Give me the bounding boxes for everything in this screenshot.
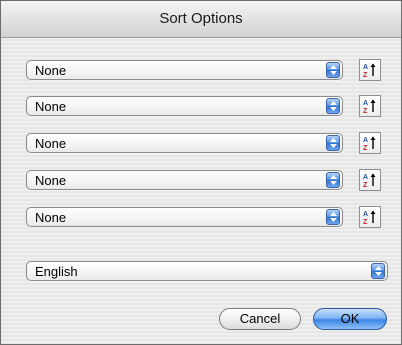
svg-text:Z: Z: [363, 145, 368, 151]
sort-order-4-button[interactable]: A Z: [359, 169, 381, 191]
sort-ascending-az-icon: A Z: [363, 136, 376, 151]
sort-field-5-value: None: [35, 210, 67, 225]
sort-field-3-value: None: [35, 136, 67, 151]
sort-field-3-popup[interactable]: None: [26, 133, 343, 153]
svg-text:A: A: [363, 137, 368, 144]
sort-ascending-az-icon: A Z: [363, 173, 376, 188]
popup-arrows-icon: [371, 263, 385, 279]
sort-order-2-button[interactable]: A Z: [359, 95, 381, 117]
popup-arrows-icon: [326, 62, 340, 78]
sort-field-1-popup[interactable]: None: [26, 60, 343, 80]
svg-text:A: A: [363, 174, 368, 181]
sort-field-4-value: None: [35, 173, 67, 188]
sort-ascending-az-icon: A Z: [363, 99, 376, 114]
svg-text:Z: Z: [363, 108, 368, 114]
sort-field-2-popup[interactable]: None: [26, 96, 343, 116]
sort-ascending-az-icon: A Z: [363, 63, 376, 78]
popup-arrows-icon: [326, 135, 340, 151]
sort-field-5-popup[interactable]: None: [26, 207, 343, 227]
popup-arrows-icon: [326, 98, 340, 114]
sort-options-dialog: Sort Options None A Z None A Z None A Z …: [0, 0, 402, 345]
dialog-title: Sort Options: [1, 1, 401, 38]
sort-field-2-value: None: [35, 99, 67, 114]
sort-ascending-az-icon: A Z: [363, 210, 376, 225]
sort-field-4-popup[interactable]: None: [26, 170, 343, 190]
svg-text:A: A: [363, 211, 368, 218]
svg-text:A: A: [363, 64, 368, 71]
sort-order-3-button[interactable]: A Z: [359, 132, 381, 154]
svg-text:Z: Z: [363, 182, 368, 188]
popup-arrows-icon: [326, 209, 340, 225]
svg-text:Z: Z: [363, 72, 368, 78]
language-value: English: [35, 264, 78, 279]
svg-text:A: A: [363, 100, 368, 107]
sort-order-1-button[interactable]: A Z: [359, 59, 381, 81]
svg-text:Z: Z: [363, 219, 368, 225]
cancel-button[interactable]: Cancel: [219, 308, 301, 330]
sort-field-1-value: None: [35, 63, 67, 78]
sort-order-5-button[interactable]: A Z: [359, 206, 381, 228]
popup-arrows-icon: [326, 172, 340, 188]
ok-button[interactable]: OK: [313, 308, 387, 330]
language-popup[interactable]: English: [26, 261, 388, 281]
